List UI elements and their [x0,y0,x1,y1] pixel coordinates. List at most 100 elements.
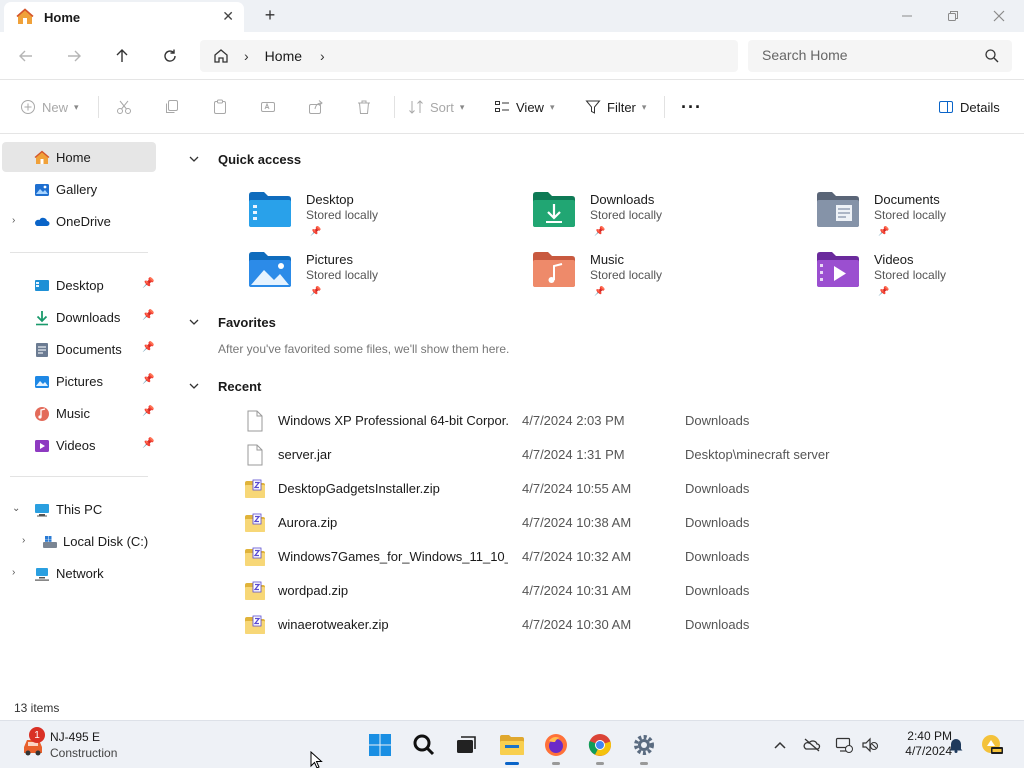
recent-file-row[interactable]: Windows7Games_for_Windows_11_10_... 4/7/… [244,542,844,572]
network-tray-button[interactable] [834,735,854,755]
clock[interactable]: 2:40 PM 4/7/2024 [886,729,952,759]
favorites-header[interactable]: Favorites [189,315,276,330]
sidebar-item-local-disk[interactable]: › Local Disk (C:) [2,526,156,556]
sidebar-item-this-pc[interactable]: ⌄ This PC [2,494,156,524]
refresh-button[interactable] [156,44,184,68]
more-options-button[interactable]: ··· [681,96,702,118]
quick-access-header[interactable]: Quick access [189,152,301,167]
sidebar-item-gallery[interactable]: Gallery [2,174,156,204]
back-button[interactable] [12,44,40,68]
copilot-preview-button[interactable] [980,735,1004,755]
quick-access-item[interactable]: Documents Stored locally 📌 [816,190,1024,250]
file-icon [247,410,263,432]
quick-access-item[interactable]: Pictures Stored locally 📌 [248,250,518,310]
notifications-button[interactable] [946,735,966,755]
up-button[interactable] [108,44,136,68]
task-view-button[interactable] [450,729,482,761]
sidebar-item-desktop[interactable]: Desktop 📌 [2,270,156,300]
minimize-button[interactable] [884,4,930,28]
sidebar-item-pictures[interactable]: Pictures 📌 [2,366,156,396]
recent-header[interactable]: Recent [189,379,261,394]
show-hidden-icons-button[interactable] [770,735,790,755]
quick-access-item[interactable]: Desktop Stored locally 📌 [248,190,518,250]
sort-button[interactable]: Sort ▾ [408,96,464,118]
close-tab-icon[interactable]: ✕ [222,8,234,25]
traffic-widget[interactable]: 1 NJ-495 E Construction [16,727,156,763]
breadcrumb-chevron-icon[interactable]: › [320,48,325,64]
running-indicator [596,762,604,765]
details-button[interactable]: Details [938,96,1000,118]
chevron-down-icon[interactable] [188,316,200,328]
quick-access-item[interactable]: Videos Stored locally 📌 [816,250,1024,310]
filter-button[interactable]: Filter ▾ [585,96,646,118]
search-icon[interactable] [984,48,1000,64]
sidebar-item-home[interactable]: Home [2,142,156,172]
pin-icon[interactable]: 📌 [142,342,154,354]
sidebar-item-downloads[interactable]: Downloads 📌 [2,302,156,332]
bell-icon [949,739,963,753]
maximize-button[interactable] [930,4,976,28]
pin-icon[interactable]: 📌 [142,406,154,418]
pictures-folder-icon [249,252,291,287]
quick-access-item[interactable]: Music Stored locally 📌 [532,250,802,310]
firefox-taskbar-button[interactable] [540,729,572,765]
search-input[interactable] [762,47,982,63]
breadcrumb-chevron-icon[interactable]: › [244,48,249,64]
recent-file-row[interactable]: server.jar 4/7/2024 1:31 PM Desktop\mine… [244,440,844,470]
onedrive-tray-button[interactable] [802,735,822,755]
sidebar-item-onedrive[interactable]: › OneDrive [2,206,156,236]
close-window-button[interactable] [976,4,1022,28]
copy-button[interactable] [164,96,186,118]
search-box[interactable] [748,40,1012,72]
chevron-right-icon[interactable]: › [12,567,15,578]
home-icon [34,150,50,164]
chevron-right-icon[interactable]: › [12,215,15,226]
rename-button[interactable] [260,96,282,118]
quick-access-sub: Stored locally [590,208,663,222]
chevron-down-icon[interactable] [188,380,200,392]
pin-icon[interactable]: 📌 [142,438,154,450]
home-outline-icon[interactable] [212,47,230,65]
quick-access-item[interactable]: Downloads Stored locally 📌 [532,190,802,250]
paste-button[interactable] [212,96,234,118]
sidebar-item-videos[interactable]: Videos 📌 [2,430,156,460]
pin-icon[interactable]: 📌 [142,310,154,322]
chevron-right-icon[interactable]: › [22,535,25,546]
downloads-icon [36,311,48,326]
sort-icon [409,100,423,114]
recent-file-row[interactable]: winaerotweaker.zip 4/7/2024 10:30 AM Dow… [244,610,844,640]
recent-file-row[interactable]: Aurora.zip 4/7/2024 10:38 AM Downloads [244,508,844,538]
zip-folder-icon [245,479,265,498]
sidebar-item-music[interactable]: Music 📌 [2,398,156,428]
forward-button[interactable] [60,44,88,68]
recent-file-row[interactable]: DesktopGadgetsInstaller.zip 4/7/2024 10:… [244,474,844,504]
cut-button[interactable] [116,96,138,118]
recent-file-row[interactable]: Windows XP Professional 64-bit Corpor...… [244,406,844,436]
sidebar-item-label: Downloads [56,310,121,325]
settings-taskbar-button[interactable] [628,729,660,765]
file-explorer-taskbar-button[interactable] [496,729,528,765]
new-tab-button[interactable]: + [260,6,280,24]
volume-tray-button[interactable] [860,735,880,755]
sidebar-item-documents[interactable]: Documents 📌 [2,334,156,364]
chevron-down-icon[interactable]: ⌄ [12,503,20,514]
share-button[interactable] [308,96,330,118]
documents-folder-icon [817,192,859,227]
search-taskbar-button[interactable] [408,729,440,761]
tab-home[interactable]: Home ✕ [4,2,244,32]
chrome-taskbar-button[interactable] [584,729,616,765]
pin-icon[interactable]: 📌 [142,374,154,386]
quick-access-name: Downloads [590,192,655,207]
this-pc-icon [35,504,49,517]
delete-button[interactable] [356,96,378,118]
pin-icon[interactable]: 📌 [142,278,154,290]
traffic-title: NJ-495 E [50,730,101,744]
new-button[interactable]: New ▾ [20,96,79,118]
breadcrumb-home[interactable]: Home [265,48,302,64]
address-bar[interactable]: › Home › [200,40,738,72]
view-button[interactable]: View ▾ [494,96,554,118]
start-button[interactable] [364,729,396,761]
recent-file-row[interactable]: wordpad.zip 4/7/2024 10:31 AM Downloads [244,576,844,606]
sidebar-item-network[interactable]: › Network [2,558,156,588]
chevron-down-icon[interactable] [188,153,200,165]
